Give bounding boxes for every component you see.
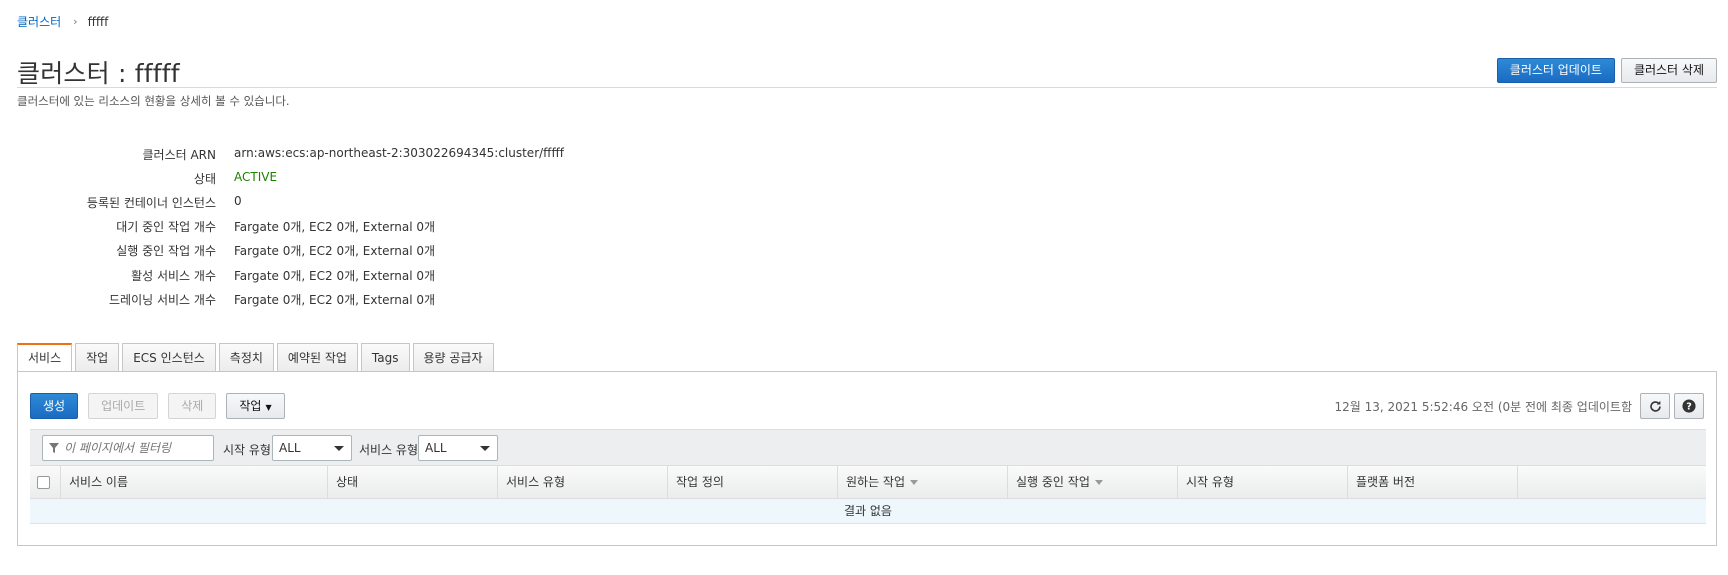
detail-row-container-instances: 등록된 컨테이너 인스턴스 0 xyxy=(0,194,900,210)
detail-label: 상태 xyxy=(193,172,216,186)
services-toolbar: 생성 업데이트 삭제 작업 ▼ xyxy=(30,393,285,419)
breadcrumb: 클러스터 › fffff xyxy=(17,13,108,30)
update-cluster-button[interactable]: 클러스터 업데이트 xyxy=(1496,58,1615,83)
tab-scheduled-tasks[interactable]: 예약된 작업 xyxy=(276,343,358,371)
help-button[interactable]: ? xyxy=(1674,393,1704,419)
detail-label: 드레이닝 서비스 개수 xyxy=(109,293,216,307)
actions-label: 작업 xyxy=(239,399,262,413)
detail-label: 대기 중인 작업 개수 xyxy=(116,220,216,234)
breadcrumb-separator: › xyxy=(73,15,78,28)
col-running-tasks[interactable]: 실행 중인 작업 xyxy=(1007,466,1177,499)
detail-row-arn: 클러스터 ARN arn:aws:ecs:ap-northeast-2:3030… xyxy=(0,146,900,162)
filter-input-wrapper xyxy=(42,435,214,461)
page-subtitle: 클러스터에 있는 리소스의 현황을 상세히 볼 수 있습니다. xyxy=(17,94,290,108)
detail-row-running-tasks: 실행 중인 작업 개수 Fargate 0개, EC2 0개, External… xyxy=(0,242,900,258)
page-title: 클러스터 : fffff xyxy=(17,59,180,88)
detail-row-draining-services: 드레이닝 서비스 개수 Fargate 0개, EC2 0개, External… xyxy=(0,291,900,307)
help-icon: ? xyxy=(1682,399,1696,413)
tab-ecs-instances[interactable]: ECS 인스턴스 xyxy=(122,343,216,371)
cluster-tabs: 서비스 작업 ECS 인스턴스 측정치 예약된 작업 Tags 용량 공급자 xyxy=(17,343,497,372)
filter-bar: 시작 유형 ALL 서비스 유형 ALL xyxy=(30,429,1706,465)
breadcrumb-clusters-link[interactable]: 클러스터 xyxy=(17,13,61,30)
delete-cluster-button[interactable]: 클러스터 삭제 xyxy=(1620,58,1717,83)
launch-type-label: 시작 유형 xyxy=(223,443,271,457)
title-row: 클러스터 : fffff 클러스터 업데이트 클러스터 삭제 xyxy=(17,52,1717,88)
select-all-checkbox[interactable] xyxy=(37,476,50,489)
col-status[interactable]: 상태 xyxy=(327,466,497,499)
service-type-value: ALL xyxy=(425,441,447,455)
services-panel: 생성 업데이트 삭제 작업 ▼ 12월 13, 2021 5:52:46 오전 (… xyxy=(17,371,1717,546)
dropdown-arrow-icon xyxy=(480,446,490,451)
refresh-button[interactable] xyxy=(1640,393,1670,419)
refresh-icon xyxy=(1649,400,1661,412)
detail-value: 0 xyxy=(234,194,242,208)
header-actions: 클러스터 업데이트 클러스터 삭제 xyxy=(1496,58,1717,83)
caret-down-icon: ▼ xyxy=(265,403,272,412)
detail-value: Fargate 0개, EC2 0개, External 0개 xyxy=(234,269,436,283)
detail-row-pending-tasks: 대기 중인 작업 개수 Fargate 0개, EC2 0개, External… xyxy=(0,218,900,234)
col-service-name[interactable]: 서비스 이름 xyxy=(60,466,327,499)
launch-type-select[interactable]: ALL xyxy=(272,435,352,461)
services-table: 서비스 이름 상태 서비스 유형 작업 정의 원하는 작업 실행 중인 작업 시… xyxy=(30,465,1706,524)
tab-capacity-providers[interactable]: 용량 공급자 xyxy=(412,343,494,371)
delete-service-button[interactable]: 삭제 xyxy=(168,393,217,419)
service-type-select[interactable]: ALL xyxy=(418,435,498,461)
detail-label: 등록된 컨테이너 인스턴스 xyxy=(86,196,216,210)
detail-label: 클러스터 ARN xyxy=(142,148,217,162)
col-running-tasks-label: 실행 중인 작업 xyxy=(1016,475,1090,489)
create-service-button[interactable]: 생성 xyxy=(30,393,79,419)
col-desired-tasks[interactable]: 원하는 작업 xyxy=(837,466,1007,499)
tab-tags[interactable]: Tags xyxy=(360,343,410,371)
select-all-cell xyxy=(30,466,60,499)
col-desired-tasks-label: 원하는 작업 xyxy=(846,475,906,489)
toolbar-right: 12월 13, 2021 5:52:46 오전 (0분 전에 최종 업데이트함 … xyxy=(1334,393,1704,419)
col-platform-version[interactable]: 플랫폼 버전 xyxy=(1347,466,1517,499)
filter-icon xyxy=(49,443,59,453)
col-task-definition[interactable]: 작업 정의 xyxy=(667,466,837,499)
detail-value: Fargate 0개, EC2 0개, External 0개 xyxy=(234,244,436,258)
dropdown-arrow-icon xyxy=(334,446,344,451)
sort-desc-icon xyxy=(1094,480,1103,485)
filter-input[interactable] xyxy=(64,441,209,455)
launch-type-value: ALL xyxy=(279,441,301,455)
empty-results-row: 결과 없음 xyxy=(30,499,1706,524)
breadcrumb-current: fffff xyxy=(87,14,109,29)
last-updated-timestamp: 12월 13, 2021 5:52:46 오전 (0분 전에 최종 업데이트함 xyxy=(1334,399,1632,414)
svg-text:?: ? xyxy=(1686,402,1692,413)
detail-value: Fargate 0개, EC2 0개, External 0개 xyxy=(234,293,436,307)
sort-desc-icon xyxy=(910,480,919,485)
detail-value: Fargate 0개, EC2 0개, External 0개 xyxy=(234,220,436,234)
detail-value: arn:aws:ecs:ap-northeast-2:303022694345:… xyxy=(234,146,564,160)
service-type-label: 서비스 유형 xyxy=(359,443,419,457)
col-spacer xyxy=(1517,466,1706,499)
col-launch-type[interactable]: 시작 유형 xyxy=(1177,466,1347,499)
table-header: 서비스 이름 상태 서비스 유형 작업 정의 원하는 작업 실행 중인 작업 시… xyxy=(30,465,1706,499)
actions-dropdown-button[interactable]: 작업 ▼ xyxy=(226,393,285,419)
tab-tasks[interactable]: 작업 xyxy=(75,343,120,371)
detail-row-active-services: 활성 서비스 개수 Fargate 0개, EC2 0개, External 0… xyxy=(0,267,900,283)
tab-metrics[interactable]: 측정치 xyxy=(218,343,274,371)
update-service-button[interactable]: 업데이트 xyxy=(88,393,159,419)
col-service-type[interactable]: 서비스 유형 xyxy=(497,466,667,499)
detail-row-status: 상태 ACTIVE xyxy=(0,170,900,186)
detail-label: 실행 중인 작업 개수 xyxy=(116,244,216,258)
status-value: ACTIVE xyxy=(234,170,278,184)
tab-services[interactable]: 서비스 xyxy=(17,343,73,372)
detail-label: 활성 서비스 개수 xyxy=(131,269,216,283)
